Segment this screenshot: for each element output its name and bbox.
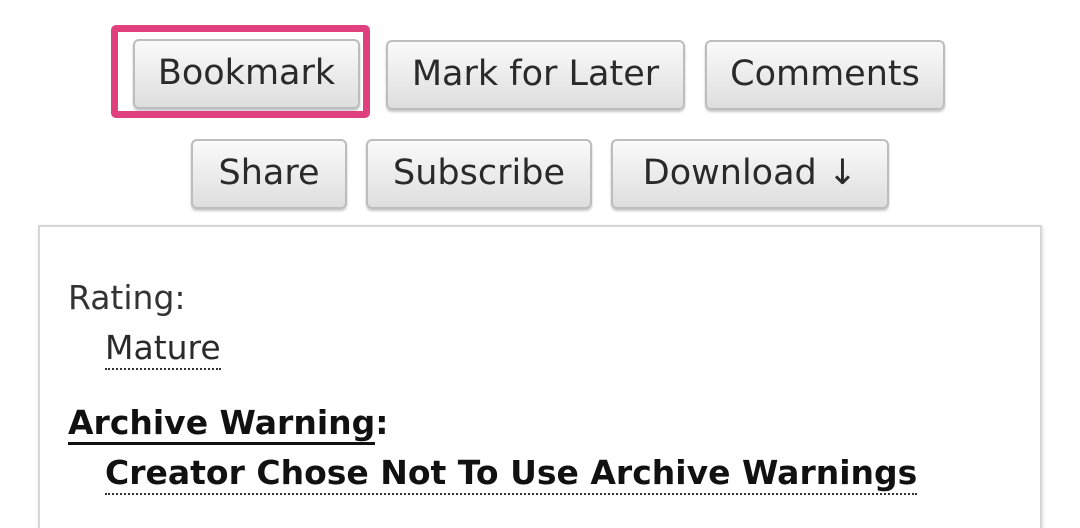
bookmark-highlight (111, 25, 370, 118)
archive-warning-value-link[interactable]: Creator Chose Not To Use Archive Warning… (105, 453, 918, 495)
rating-label: Rating: (68, 278, 186, 317)
archive-warning-heading: Archive Warning: (68, 403, 389, 445)
download-button[interactable]: Download ↓ (611, 139, 889, 209)
subscribe-button[interactable]: Subscribe (366, 139, 592, 209)
archive-warning-label[interactable]: Archive Warning (68, 403, 376, 445)
work-page: Bookmark Mark for Later Comments Share S… (0, 0, 1080, 528)
rating-value-link[interactable]: Mature (105, 328, 221, 370)
share-button[interactable]: Share (191, 139, 347, 209)
mark-for-later-button[interactable]: Mark for Later (386, 40, 685, 110)
comments-button[interactable]: Comments (705, 40, 945, 110)
archive-warning-colon: : (375, 403, 389, 442)
